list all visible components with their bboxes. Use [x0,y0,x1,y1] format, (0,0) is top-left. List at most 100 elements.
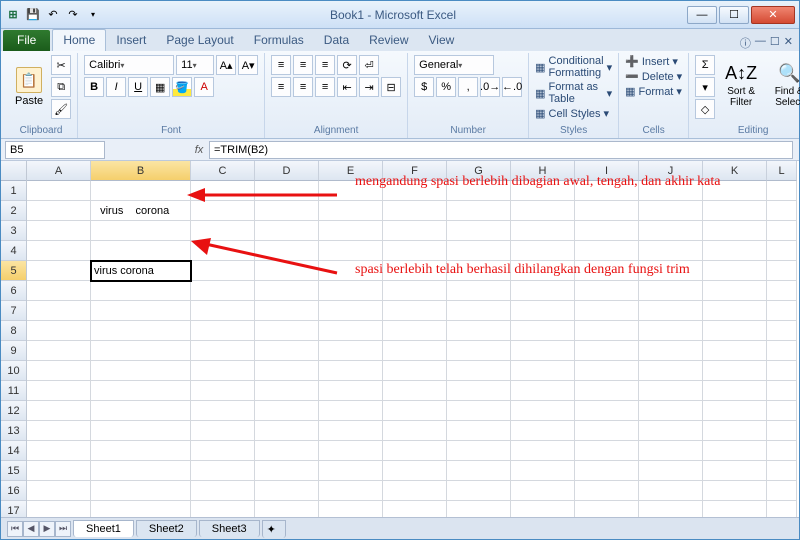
cell[interactable] [383,421,447,441]
cell[interactable] [27,401,91,421]
copy-button[interactable]: ⧉ [51,77,71,97]
cell[interactable] [255,261,319,281]
format-cells-button[interactable]: ▦ Format ▾ [625,85,682,98]
cell[interactable] [447,461,511,481]
cell[interactable] [91,461,191,481]
cell[interactable] [319,401,383,421]
cell[interactable] [255,501,319,517]
font-size-select[interactable]: 11 [176,55,214,75]
merge-center-button[interactable]: ⊟ [381,77,401,97]
clear-button[interactable]: ◇ [695,99,715,119]
cell[interactable] [575,261,639,281]
cell[interactable] [27,341,91,361]
cell[interactable] [191,321,255,341]
cell[interactable] [191,481,255,501]
cell[interactable] [191,301,255,321]
sheet-tab[interactable]: Sheet3 [199,520,260,537]
cell[interactable] [319,201,383,221]
cell[interactable] [447,341,511,361]
cell[interactable] [27,361,91,381]
cell[interactable] [255,201,319,221]
cell[interactable] [191,401,255,421]
cell[interactable] [91,221,191,241]
cell[interactable] [255,321,319,341]
cell[interactable] [767,341,797,361]
cell[interactable] [91,321,191,341]
col-header[interactable]: D [255,161,319,181]
cell[interactable] [27,221,91,241]
cell[interactable] [191,341,255,361]
row-header[interactable]: 3 [1,221,26,241]
wb-restore-icon[interactable]: ☐ [770,35,780,51]
cell[interactable] [511,341,575,361]
cell[interactable] [255,221,319,241]
cell[interactable] [383,261,447,281]
cell[interactable] [255,381,319,401]
cell[interactable] [255,341,319,361]
cell[interactable] [703,421,767,441]
percent-format-button[interactable]: % [436,77,456,97]
align-right-button[interactable]: ≡ [315,77,335,97]
cell[interactable] [383,361,447,381]
cell[interactable] [319,261,383,281]
col-header[interactable]: F [383,161,447,181]
align-top-button[interactable]: ≡ [271,55,291,75]
cell[interactable] [383,321,447,341]
cell[interactable] [447,221,511,241]
accounting-format-button[interactable]: $ [414,77,434,97]
file-tab[interactable]: File [3,30,50,51]
cell[interactable] [27,501,91,517]
redo-icon[interactable]: ↷ [65,7,81,23]
cell[interactable] [703,241,767,261]
qat-dropdown-icon[interactable]: ▾ [85,7,101,23]
cell[interactable] [703,441,767,461]
cell[interactable] [447,241,511,261]
cell[interactable] [319,361,383,381]
cell[interactable] [383,461,447,481]
col-header[interactable]: A [27,161,91,181]
cell[interactable] [447,301,511,321]
cell[interactable] [319,501,383,517]
cell[interactable] [575,241,639,261]
cell[interactable] [447,281,511,301]
cell[interactable] [767,361,797,381]
find-select-button[interactable]: 🔍 Find & Select [767,55,800,115]
number-format-select[interactable]: General [414,55,494,75]
cell[interactable] [767,441,797,461]
formula-bar[interactable]: =TRIM(B2) [209,141,793,159]
tab-data[interactable]: Data [314,30,359,51]
cell[interactable] [27,281,91,301]
row-header[interactable]: 12 [1,401,26,421]
cell[interactable] [767,181,797,201]
cell[interactable] [91,501,191,517]
cell[interactable] [703,461,767,481]
cell[interactable] [319,301,383,321]
cell[interactable] [767,401,797,421]
cell-styles-button[interactable]: ▦ Cell Styles ▾ [535,107,612,120]
undo-icon[interactable]: ↶ [45,7,61,23]
cell[interactable] [383,241,447,261]
cell[interactable] [383,181,447,201]
cell[interactable] [639,461,703,481]
cell[interactable] [511,501,575,517]
cell[interactable] [27,441,91,461]
cell[interactable] [575,181,639,201]
tab-view[interactable]: View [419,30,465,51]
cell[interactable] [91,441,191,461]
cell[interactable] [639,361,703,381]
cell[interactable] [703,381,767,401]
col-header[interactable]: I [575,161,639,181]
row-header-selected[interactable]: 5 [1,261,26,281]
cell[interactable] [27,301,91,321]
cell[interactable] [255,481,319,501]
cell[interactable] [703,501,767,517]
cell[interactable] [383,221,447,241]
cell[interactable] [319,241,383,261]
row-header[interactable]: 8 [1,321,26,341]
row-header[interactable]: 15 [1,461,26,481]
insert-cells-button[interactable]: ➕ Insert ▾ [625,55,682,68]
cell[interactable] [447,181,511,201]
cell[interactable] [383,201,447,221]
cell[interactable] [447,481,511,501]
comma-format-button[interactable]: , [458,77,478,97]
